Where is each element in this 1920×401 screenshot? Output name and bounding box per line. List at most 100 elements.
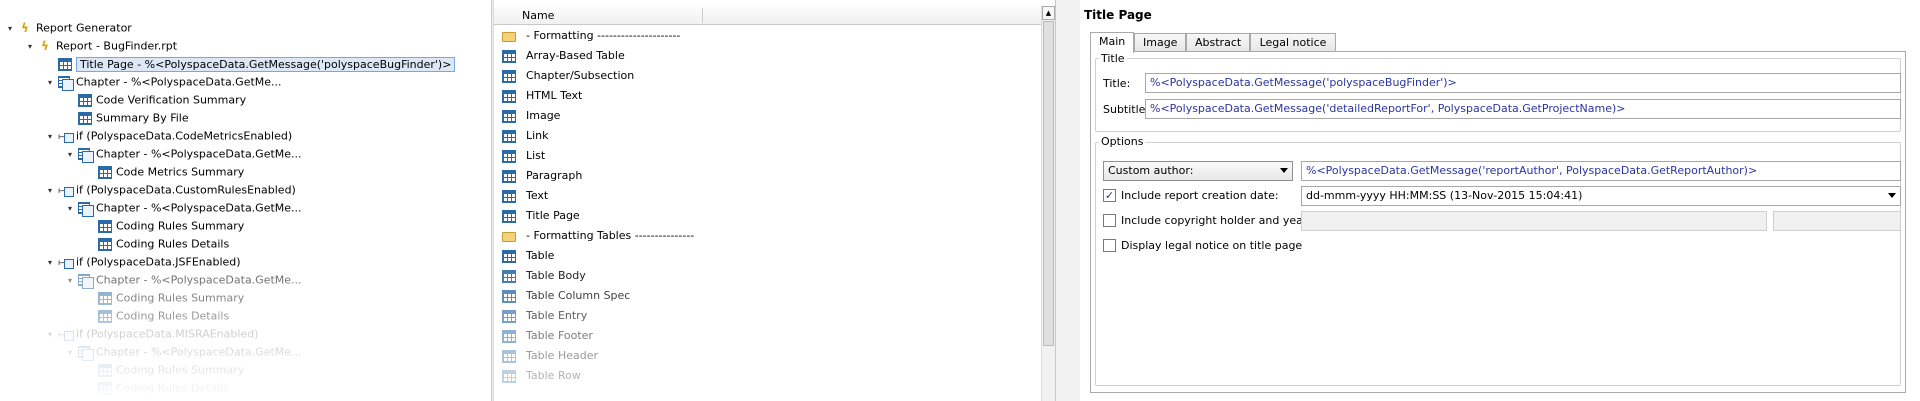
tree-item-label: Coding Rules Summary — [116, 219, 245, 233]
tab-main[interactable]: Main — [1090, 32, 1134, 53]
list-item[interactable]: Table Entry — [502, 307, 587, 324]
tab-abstract[interactable]: Abstract — [1186, 33, 1250, 52]
date-format-select[interactable]: dd-mmm-yyyy HH:MM:SS (13-Nov-2015 15:04:… — [1301, 186, 1901, 206]
chapter-icon — [78, 201, 94, 217]
component-library-pane[interactable]: Name ▲ - Formatting --------------------… — [493, 0, 1056, 401]
tree-item[interactable]: ▾ Chapter - %<PolyspaceData.GetMe... — [68, 145, 302, 163]
column-header-name[interactable]: Name — [522, 9, 554, 22]
expand-toggle-icon[interactable]: ▾ — [48, 182, 58, 199]
list-item[interactable]: Table Body — [502, 267, 586, 284]
component-icon — [502, 289, 516, 303]
expand-toggle-icon[interactable]: ▾ — [68, 344, 78, 361]
list-item-label: HTML Text — [526, 89, 583, 102]
tree-item[interactable]: Coding Rules Details — [88, 379, 229, 396]
list-item[interactable]: List — [502, 147, 545, 164]
component-icon — [502, 69, 516, 83]
tree-item-label: if (PolyspaceData.CustomRulesEnabled) — [76, 183, 296, 197]
list-item[interactable]: Table Column Spec — [502, 287, 630, 304]
expand-toggle-icon[interactable]: ▾ — [68, 146, 78, 163]
vertical-scrollbar[interactable]: ▲ — [1041, 6, 1055, 401]
list-item[interactable]: Title Page — [502, 207, 580, 224]
component-icon — [502, 329, 516, 343]
tree-item-label: Chapter - %<PolyspaceData.GetMe... — [96, 201, 302, 215]
lightning-icon: ϟ — [41, 38, 49, 53]
tree-item[interactable]: ▾ ϟ Report - BugFinder.rpt — [28, 37, 177, 54]
tree-item[interactable]: Coding Rules Details — [88, 307, 229, 324]
expand-toggle-icon[interactable]: ▾ — [68, 200, 78, 217]
expand-toggle-icon[interactable]: ▾ — [8, 20, 18, 37]
tab-legal-notice[interactable]: Legal notice — [1250, 33, 1336, 52]
expand-toggle-icon[interactable]: ▾ — [48, 74, 58, 91]
splitter-right[interactable] — [1056, 0, 1080, 401]
tree-item[interactable]: Coding Rules Summary — [88, 361, 244, 378]
expand-toggle-icon[interactable]: ▾ — [48, 128, 58, 145]
tree-item[interactable]: Coding Rules Summary — [88, 217, 244, 234]
list-item-label: Table Footer — [526, 329, 593, 342]
component-icon — [78, 111, 92, 125]
tree-item[interactable]: Title Page - %<PolyspaceData.GetMessage(… — [48, 55, 456, 72]
component-icon — [502, 189, 516, 203]
tree-item[interactable]: ▾ Chapter - %<PolyspaceData.GetMe... — [68, 271, 302, 289]
legal-notice-checkbox[interactable] — [1103, 239, 1116, 252]
tree-item[interactable]: ▾ if (PolyspaceData.MISRAEnabled) — [48, 325, 258, 343]
list-item[interactable]: - Formatting Tables --------------- — [502, 227, 694, 244]
include-date-label: Include report creation date: — [1121, 189, 1279, 202]
copyright-holder-input[interactable] — [1301, 211, 1767, 231]
copyright-checkbox[interactable] — [1103, 214, 1116, 227]
list-item[interactable]: - Formatting --------------------- — [502, 27, 680, 44]
tree-item-label: if (PolyspaceData.JSFEnabled) — [76, 255, 241, 269]
list-item[interactable]: Array-Based Table — [502, 47, 625, 64]
tab-image[interactable]: Image — [1134, 33, 1186, 52]
list-item[interactable]: Paragraph — [502, 167, 582, 184]
tree-item[interactable]: ▾ if (PolyspaceData.JSFEnabled) — [48, 253, 241, 271]
list-item[interactable]: Link — [502, 127, 549, 144]
list-item[interactable]: Text — [502, 187, 548, 204]
list-item[interactable]: Table Header — [502, 347, 598, 364]
title-group — [1095, 58, 1901, 132]
column-separator[interactable] — [702, 8, 703, 23]
author-select[interactable]: Custom author: — [1103, 161, 1293, 181]
tree-item-label: Code Metrics Summary — [116, 165, 245, 179]
expand-toggle-icon[interactable]: ▾ — [68, 272, 78, 289]
copyright-year-input[interactable] — [1773, 211, 1901, 231]
scroll-up-arrow-icon[interactable]: ▲ — [1042, 6, 1055, 20]
tree-item[interactable]: Coding Rules Details — [88, 235, 229, 252]
list-item[interactable]: Chapter/Subsection — [502, 67, 634, 84]
component-icon — [502, 129, 516, 143]
tree-item[interactable]: Coding Rules Summary — [88, 289, 244, 306]
checkmark-icon: ✓ — [1104, 189, 1115, 202]
list-item-label: Link — [526, 129, 549, 142]
tree-item-label: Coding Rules Details — [116, 237, 230, 251]
expand-toggle-icon[interactable]: ▾ — [48, 326, 58, 343]
include-date-checkbox[interactable]: ✓ — [1103, 189, 1116, 202]
tree-item[interactable]: ▾ Chapter - %<PolyspaceData.GetMe... — [68, 199, 302, 217]
tree-item[interactable]: ▾ ϟ Report Generator — [8, 19, 132, 36]
subtitle-input[interactable]: %<PolyspaceData.GetMessage('detailedRepo… — [1145, 99, 1901, 119]
list-item[interactable]: HTML Text — [502, 87, 582, 104]
tree-item[interactable]: ▾ Chapter - %<PolyspaceData.GetMe... — [68, 343, 302, 361]
tree-item[interactable]: Code Verification Summary — [68, 91, 246, 108]
tree-item-label: Coding Rules Summary — [116, 291, 245, 305]
tree-item-label: Code Verification Summary — [96, 93, 247, 107]
component-icon — [502, 169, 516, 183]
list-item-label: Table Row — [526, 369, 581, 382]
properties-title: Title Page — [1084, 8, 1152, 22]
list-item[interactable]: Table Row — [502, 367, 581, 384]
tree-item[interactable]: ▾ if (PolyspaceData.CodeMetricsEnabled) — [48, 127, 292, 145]
author-input[interactable]: %<PolyspaceData.GetMessage('reportAuthor… — [1301, 161, 1901, 181]
list-item[interactable]: Table Footer — [502, 327, 593, 344]
tree-item[interactable]: Summary By File — [68, 109, 189, 126]
title-input[interactable]: %<PolyspaceData.GetMessage('polyspaceBug… — [1145, 73, 1901, 93]
scrollbar-thumb[interactable] — [1043, 21, 1054, 346]
component-icon — [502, 249, 516, 263]
chapter-icon — [78, 273, 94, 289]
tree-item[interactable]: Code Metrics Summary — [88, 163, 244, 180]
tree-item[interactable]: ▾ Chapter - %<PolyspaceData.GetMe... — [48, 73, 282, 91]
report-tree-pane[interactable]: ▾ ϟ Report Generator ▾ ϟ Report - BugFinder.r… — [0, 0, 492, 401]
expand-toggle-icon[interactable]: ▾ — [28, 38, 38, 55]
expand-toggle-icon[interactable]: ▾ — [48, 254, 58, 271]
tree-item[interactable]: ▾ if (PolyspaceData.CustomRulesEnabled) — [48, 181, 296, 199]
list-item[interactable]: Image — [502, 107, 560, 124]
list-item[interactable]: Table — [502, 247, 554, 264]
if-icon — [58, 128, 74, 145]
